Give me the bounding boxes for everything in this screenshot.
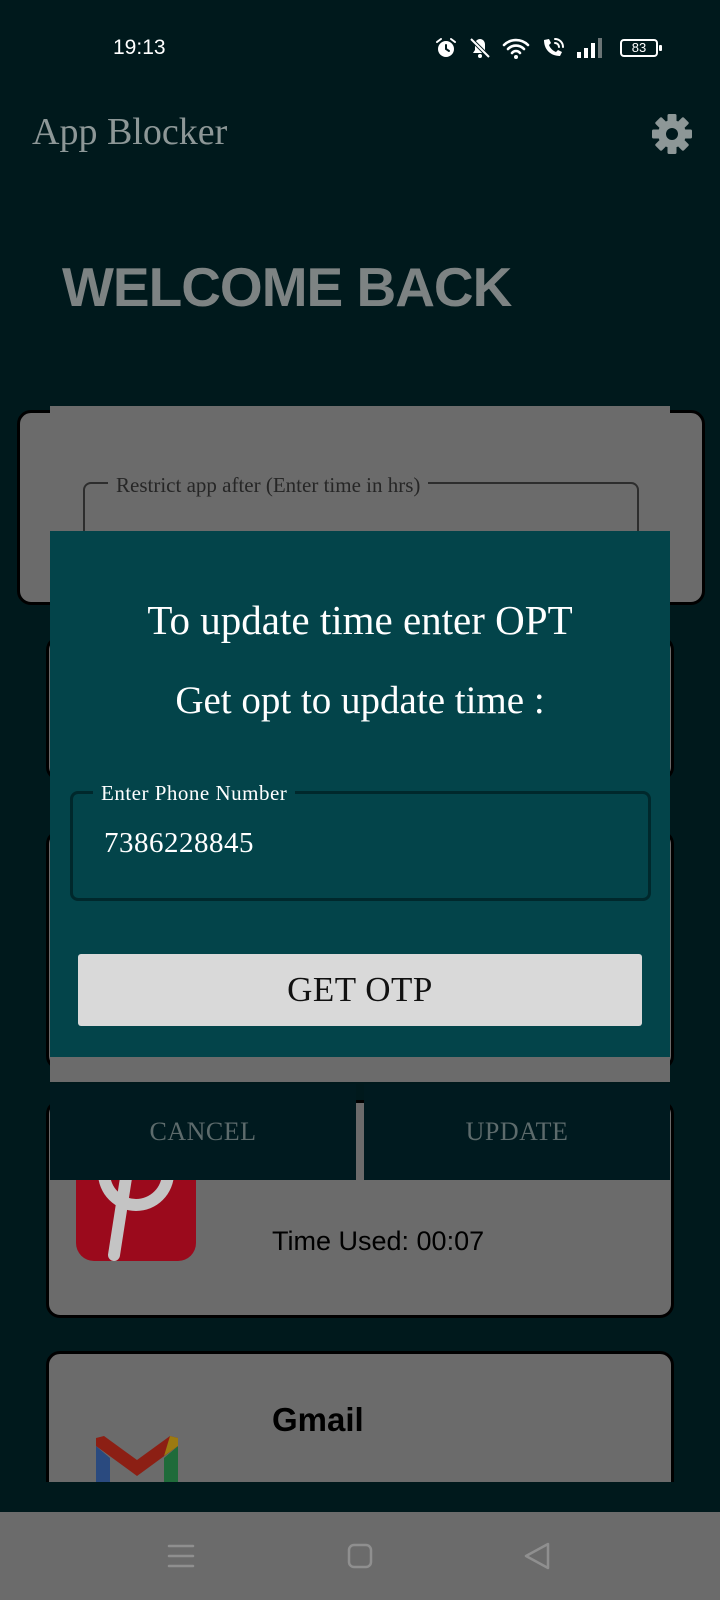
cancel-button[interactable]: CANCEL — [50, 1084, 356, 1180]
navigation-bar — [0, 1512, 720, 1600]
otp-dialog-title: To update time enter OPT — [147, 597, 573, 643]
home-button[interactable] — [336, 1532, 384, 1580]
menu-button[interactable] — [157, 1532, 205, 1580]
back-icon — [524, 1542, 550, 1570]
mute-icon — [469, 37, 491, 59]
status-bar: 19:13 83 — [0, 0, 720, 95]
phone-number-label: Enter Phone Number — [93, 781, 296, 806]
battery-level: 83 — [631, 40, 647, 55]
welcome-heading: WELCOME BACK — [62, 256, 512, 318]
status-time: 19:13 — [113, 36, 166, 59]
app-name: Gmail — [272, 1401, 364, 1438]
settings-button[interactable] — [650, 112, 694, 156]
wifi-icon — [502, 38, 530, 59]
otp-dialog: To update time enter OPT Get opt to upda… — [50, 531, 670, 1057]
gear-icon — [652, 114, 692, 154]
status-icons: 83 — [434, 34, 662, 62]
list-bottom-edge — [0, 1482, 720, 1512]
phone-number-value[interactable]: 7386228845 — [104, 827, 254, 860]
alarm-icon — [436, 38, 456, 57]
app-title: App Blocker — [32, 111, 228, 153]
back-button[interactable] — [513, 1532, 561, 1580]
gmail-icon — [96, 1436, 178, 1482]
restrict-dialog-buttons: CANCEL UPDATE — [50, 1084, 670, 1180]
update-button[interactable]: UPDATE — [364, 1084, 670, 1180]
battery-icon: 83 — [620, 39, 662, 57]
otp-dialog-subtitle: Get opt to update time : — [175, 679, 545, 722]
signal-icon — [577, 38, 602, 58]
home-icon — [347, 1543, 373, 1569]
restrict-time-label: Restrict app after (Enter time in hrs) — [108, 473, 429, 498]
wifi-calling-icon — [544, 38, 564, 56]
get-otp-button[interactable]: GET OTP — [78, 954, 642, 1026]
time-used-text: Time Used: 00:07 — [272, 1226, 485, 1256]
menu-icon — [167, 1544, 195, 1568]
